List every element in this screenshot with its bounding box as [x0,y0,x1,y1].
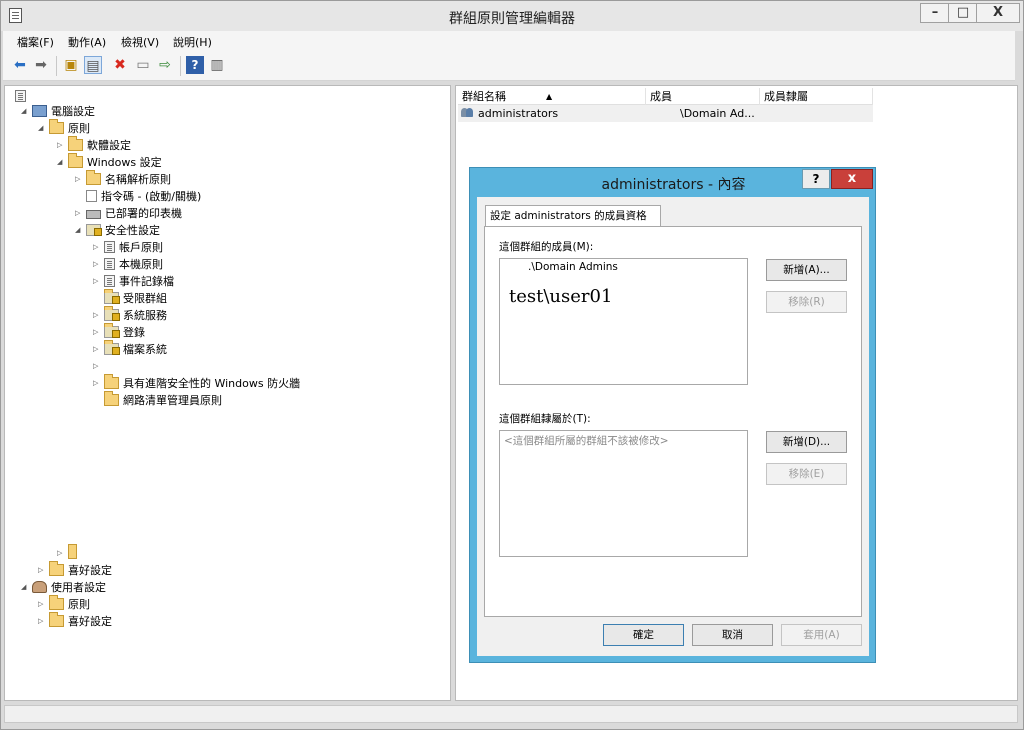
status-bar [4,705,1018,723]
close-button[interactable]: X [976,3,1020,23]
toolbar-separator [180,56,181,76]
column-member-of[interactable]: 成員隸屬 [760,88,873,105]
table-row[interactable]: administrators \Domain Ad... [458,105,873,122]
menu-action[interactable]: 動作(A) [68,34,106,50]
dialog-close-button[interactable]: x [831,169,873,189]
user-config-icon [32,581,47,593]
title-bar: 群組原則管理編輯器 – □ X [1,1,1023,31]
tree-node-registry[interactable]: ▷ 登錄 [93,323,145,341]
tree-node-file-system[interactable]: ▷ 檔案系統 [93,340,167,358]
properties-dialog: administrators - 內容 ? x 設定 administrator… [469,167,876,663]
security-icon [86,224,102,236]
toolbar: ⬅ ➡ ▣ ▤ ✖ ▭ ⇨ ? ▥ [3,51,1015,81]
menu-file[interactable]: 檔案(F) [17,34,54,50]
policy-icon [104,258,115,270]
remove-member-button[interactable]: 移除(R) [766,291,847,313]
tree-node-deployed-printers[interactable]: ▷ 已部署的印表機 [75,205,182,222]
maximize-button[interactable]: □ [948,3,978,23]
folder-icon [49,561,64,576]
cancel-button[interactable]: 取消 [692,624,773,646]
folder-lock-icon [104,306,120,321]
tree-node-network-list[interactable]: 網路清單管理員原則 [93,391,222,409]
cell-members: \Domain Ad... [680,107,755,120]
gpo-editor-window: 群組原則管理編輯器 – □ X 檔案(F) 動作(A) 檢視(V) 說明(H) … [0,0,1024,730]
folder-icon [68,153,83,168]
properties-icon[interactable]: ▭ [134,56,152,74]
printer-icon [86,210,101,219]
forward-icon[interactable]: ➡ [32,56,50,74]
folder-icon [104,374,119,389]
script-icon [86,190,97,202]
delete-icon[interactable]: ✖ [111,56,129,74]
tree-node-blank-2[interactable]: ▷ [57,544,81,562]
members-label: 這個群組的成員(M): [499,241,594,253]
computer-icon [32,105,47,117]
folder-icon [49,595,64,610]
folder-icon [86,170,101,185]
remove-member-of-button[interactable]: 移除(E) [766,463,847,485]
folder-lock-icon [104,289,120,304]
policy-icon [104,275,115,287]
tree-node-account-policies[interactable]: ▷ 帳戶原則 [93,239,163,256]
tree-node-security-settings[interactable]: ◢ 安全性設定 [75,222,160,239]
policy-icon [104,241,115,253]
tree-node-windows-firewall[interactable]: ▷ 具有進階安全性的 Windows 防火牆 [93,374,300,392]
menu-bar: 檔案(F) 動作(A) 檢視(V) 說明(H) [3,31,1015,51]
tab-membership[interactable]: 設定 administrators 的成員資格 [485,205,661,227]
view-icon[interactable]: ▥ [208,56,226,74]
member-of-listbox[interactable]: <這個群組所屬的群組不該被修改> [499,430,748,557]
tree-node-user-policies[interactable]: ▷ 原則 [38,595,90,613]
export-list-icon[interactable]: ⇨ [156,56,174,74]
apply-button[interactable]: 套用(A) [781,624,862,646]
add-member-button[interactable]: 新增(A)... [766,259,847,281]
add-member-of-button[interactable]: 新增(D)... [766,431,847,453]
folder-lock-icon [104,340,120,355]
tree-node-event-log[interactable]: ▷ 事件記錄檔 [93,273,174,290]
up-folder-icon[interactable]: ▣ [62,56,80,74]
back-icon[interactable]: ⬅ [11,56,29,74]
member-of-placeholder: <這個群組所屬的群組不該被修改> [504,435,669,447]
toolbar-separator [56,56,57,76]
console-tree: ◢ 電腦設定 ◢ 原則 ▷ 軟體設定 ◢ Windows 設定 ▷ 名稱解析原則 指令碼 … [4,85,451,701]
tab-panel: 這個群組的成員(M): .\Domain Admins test\user01 … [484,226,862,617]
help-icon[interactable]: ? [186,56,204,74]
menu-view[interactable]: 檢視(V) [121,34,159,50]
tree-node-blank[interactable]: ▷ [93,358,104,375]
tree-node-scripts[interactable]: 指令碼 - (啟動/關機) [75,188,201,205]
sort-ascending-icon: ▲ [546,92,553,101]
folder-icon [49,119,64,134]
tree-node-name-resolution[interactable]: ▷ 名稱解析原則 [75,170,171,188]
folder-icon [68,136,83,151]
tree-node-user-config[interactable]: ◢ 使用者設定 [21,579,106,596]
ok-button[interactable]: 確定 [603,624,684,646]
list-item[interactable]: .\Domain Admins [528,261,618,273]
tree-node-user-preferences[interactable]: ▷ 喜好設定 [38,612,112,630]
tree-node-computer-config[interactable]: ◢ 電腦設定 [21,103,95,120]
members-listbox[interactable]: .\Domain Admins test\user01 [499,258,748,385]
tree-node-local-policies[interactable]: ▷ 本機原則 [93,256,163,273]
folder-lock-icon [104,323,120,338]
show-hide-tree-icon[interactable]: ▤ [84,56,102,74]
dialog-help-button[interactable]: ? [802,169,830,189]
folder-icon [104,391,119,406]
column-members[interactable]: 成員 [646,88,760,105]
list-item[interactable]: test\user01 [509,286,612,307]
folder-icon [49,612,64,627]
tree-node-system-services[interactable]: ▷ 系統服務 [93,306,167,324]
tree-node-policies[interactable]: ◢ 原則 [38,119,90,137]
tree-node-preferences[interactable]: ▷ 喜好設定 [38,561,112,579]
list-header: 群組名稱 ▲ 成員 成員隸屬 [458,88,873,105]
group-icon [461,105,477,122]
minimize-button[interactable]: – [920,3,950,23]
menu-help[interactable]: 說明(H) [173,34,212,50]
cell-group-name: administrators [478,107,559,120]
tree-node-windows-settings[interactable]: ◢ Windows 設定 [57,153,162,171]
tree-node-software-settings[interactable]: ▷ 軟體設定 [57,136,131,154]
folder-icon [68,544,77,559]
dialog-body: 設定 administrators 的成員資格 這個群組的成員(M): .\Do… [477,197,869,656]
member-of-label: 這個群組隸屬於(T): [499,413,591,425]
column-group-name[interactable]: 群組名稱 ▲ [458,88,646,105]
window-title: 群組原則管理編輯器 [449,11,575,27]
tree-node-restricted-groups[interactable]: 受限群組 [93,289,167,307]
